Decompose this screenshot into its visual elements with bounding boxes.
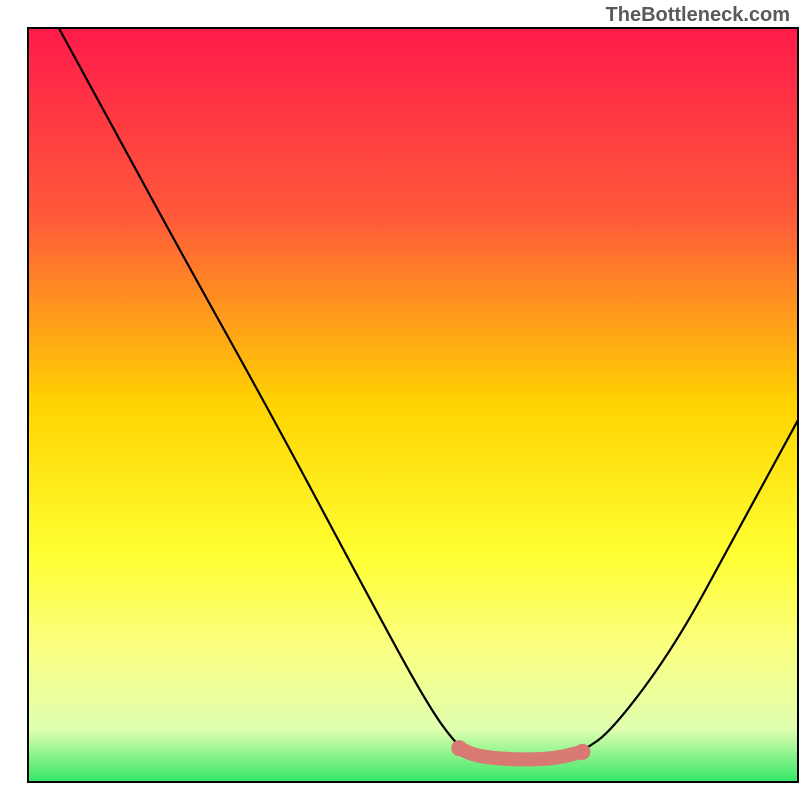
- highlight-dot: [451, 740, 467, 756]
- plot-background: [28, 28, 798, 782]
- highlight-dot: [574, 744, 590, 760]
- chart-svg: [0, 0, 800, 800]
- attribution-label: TheBottleneck.com: [606, 4, 790, 27]
- bottleneck-chart: TheBottleneck.com: [0, 0, 800, 800]
